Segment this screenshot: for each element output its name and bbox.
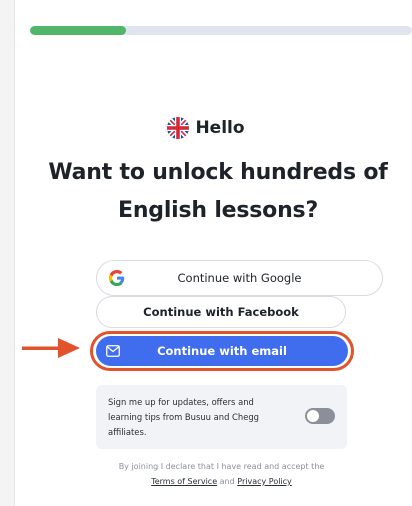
privacy-policy-link[interactable]: Privacy Policy — [237, 477, 292, 486]
continue-with-facebook-button[interactable]: Continue with Facebook — [96, 296, 346, 328]
continue-with-email-button[interactable]: Continue with email — [96, 336, 348, 366]
optin-text: Sign me up for updates, offers and learn… — [108, 395, 278, 440]
mail-icon — [106, 345, 120, 357]
legal-notice: By joining I declare that I have read an… — [96, 459, 347, 489]
page-title: Want to unlock hundreds of English lesso… — [30, 154, 406, 230]
continue-with-google-button[interactable]: Continue with Google — [96, 260, 383, 296]
legal-line-2: Terms of Service and Privacy Policy — [96, 474, 347, 489]
greeting-text: Hello — [195, 118, 245, 138]
greeting: Hello — [0, 117, 412, 139]
optin-line-3: affiliates. — [108, 427, 147, 437]
marketing-optin: Sign me up for updates, offers and learn… — [96, 385, 347, 449]
progress-bar — [30, 26, 412, 35]
facebook-button-label: Continue with Facebook — [143, 305, 299, 319]
uk-flag-icon — [167, 117, 190, 139]
optin-line-1: Sign me up for updates, offers and — [108, 397, 254, 407]
page-title-line-2: English lessons? — [117, 198, 319, 223]
legal-and: and — [219, 477, 235, 486]
email-button-label: Continue with email — [157, 344, 287, 358]
page-title-line-1: Want to unlock hundreds of — [48, 160, 388, 185]
orange-arrow-icon — [22, 338, 80, 358]
optin-line-2: learning tips from Busuu and Chegg — [108, 412, 259, 422]
optin-toggle[interactable] — [305, 408, 335, 424]
toggle-knob — [307, 410, 319, 422]
progress-fill — [30, 26, 126, 35]
google-button-label: Continue with Google — [177, 271, 302, 285]
legal-line-1: By joining I declare that I have read an… — [118, 462, 325, 471]
terms-of-service-link[interactable]: Terms of Service — [151, 477, 217, 486]
google-g-icon — [109, 270, 125, 286]
